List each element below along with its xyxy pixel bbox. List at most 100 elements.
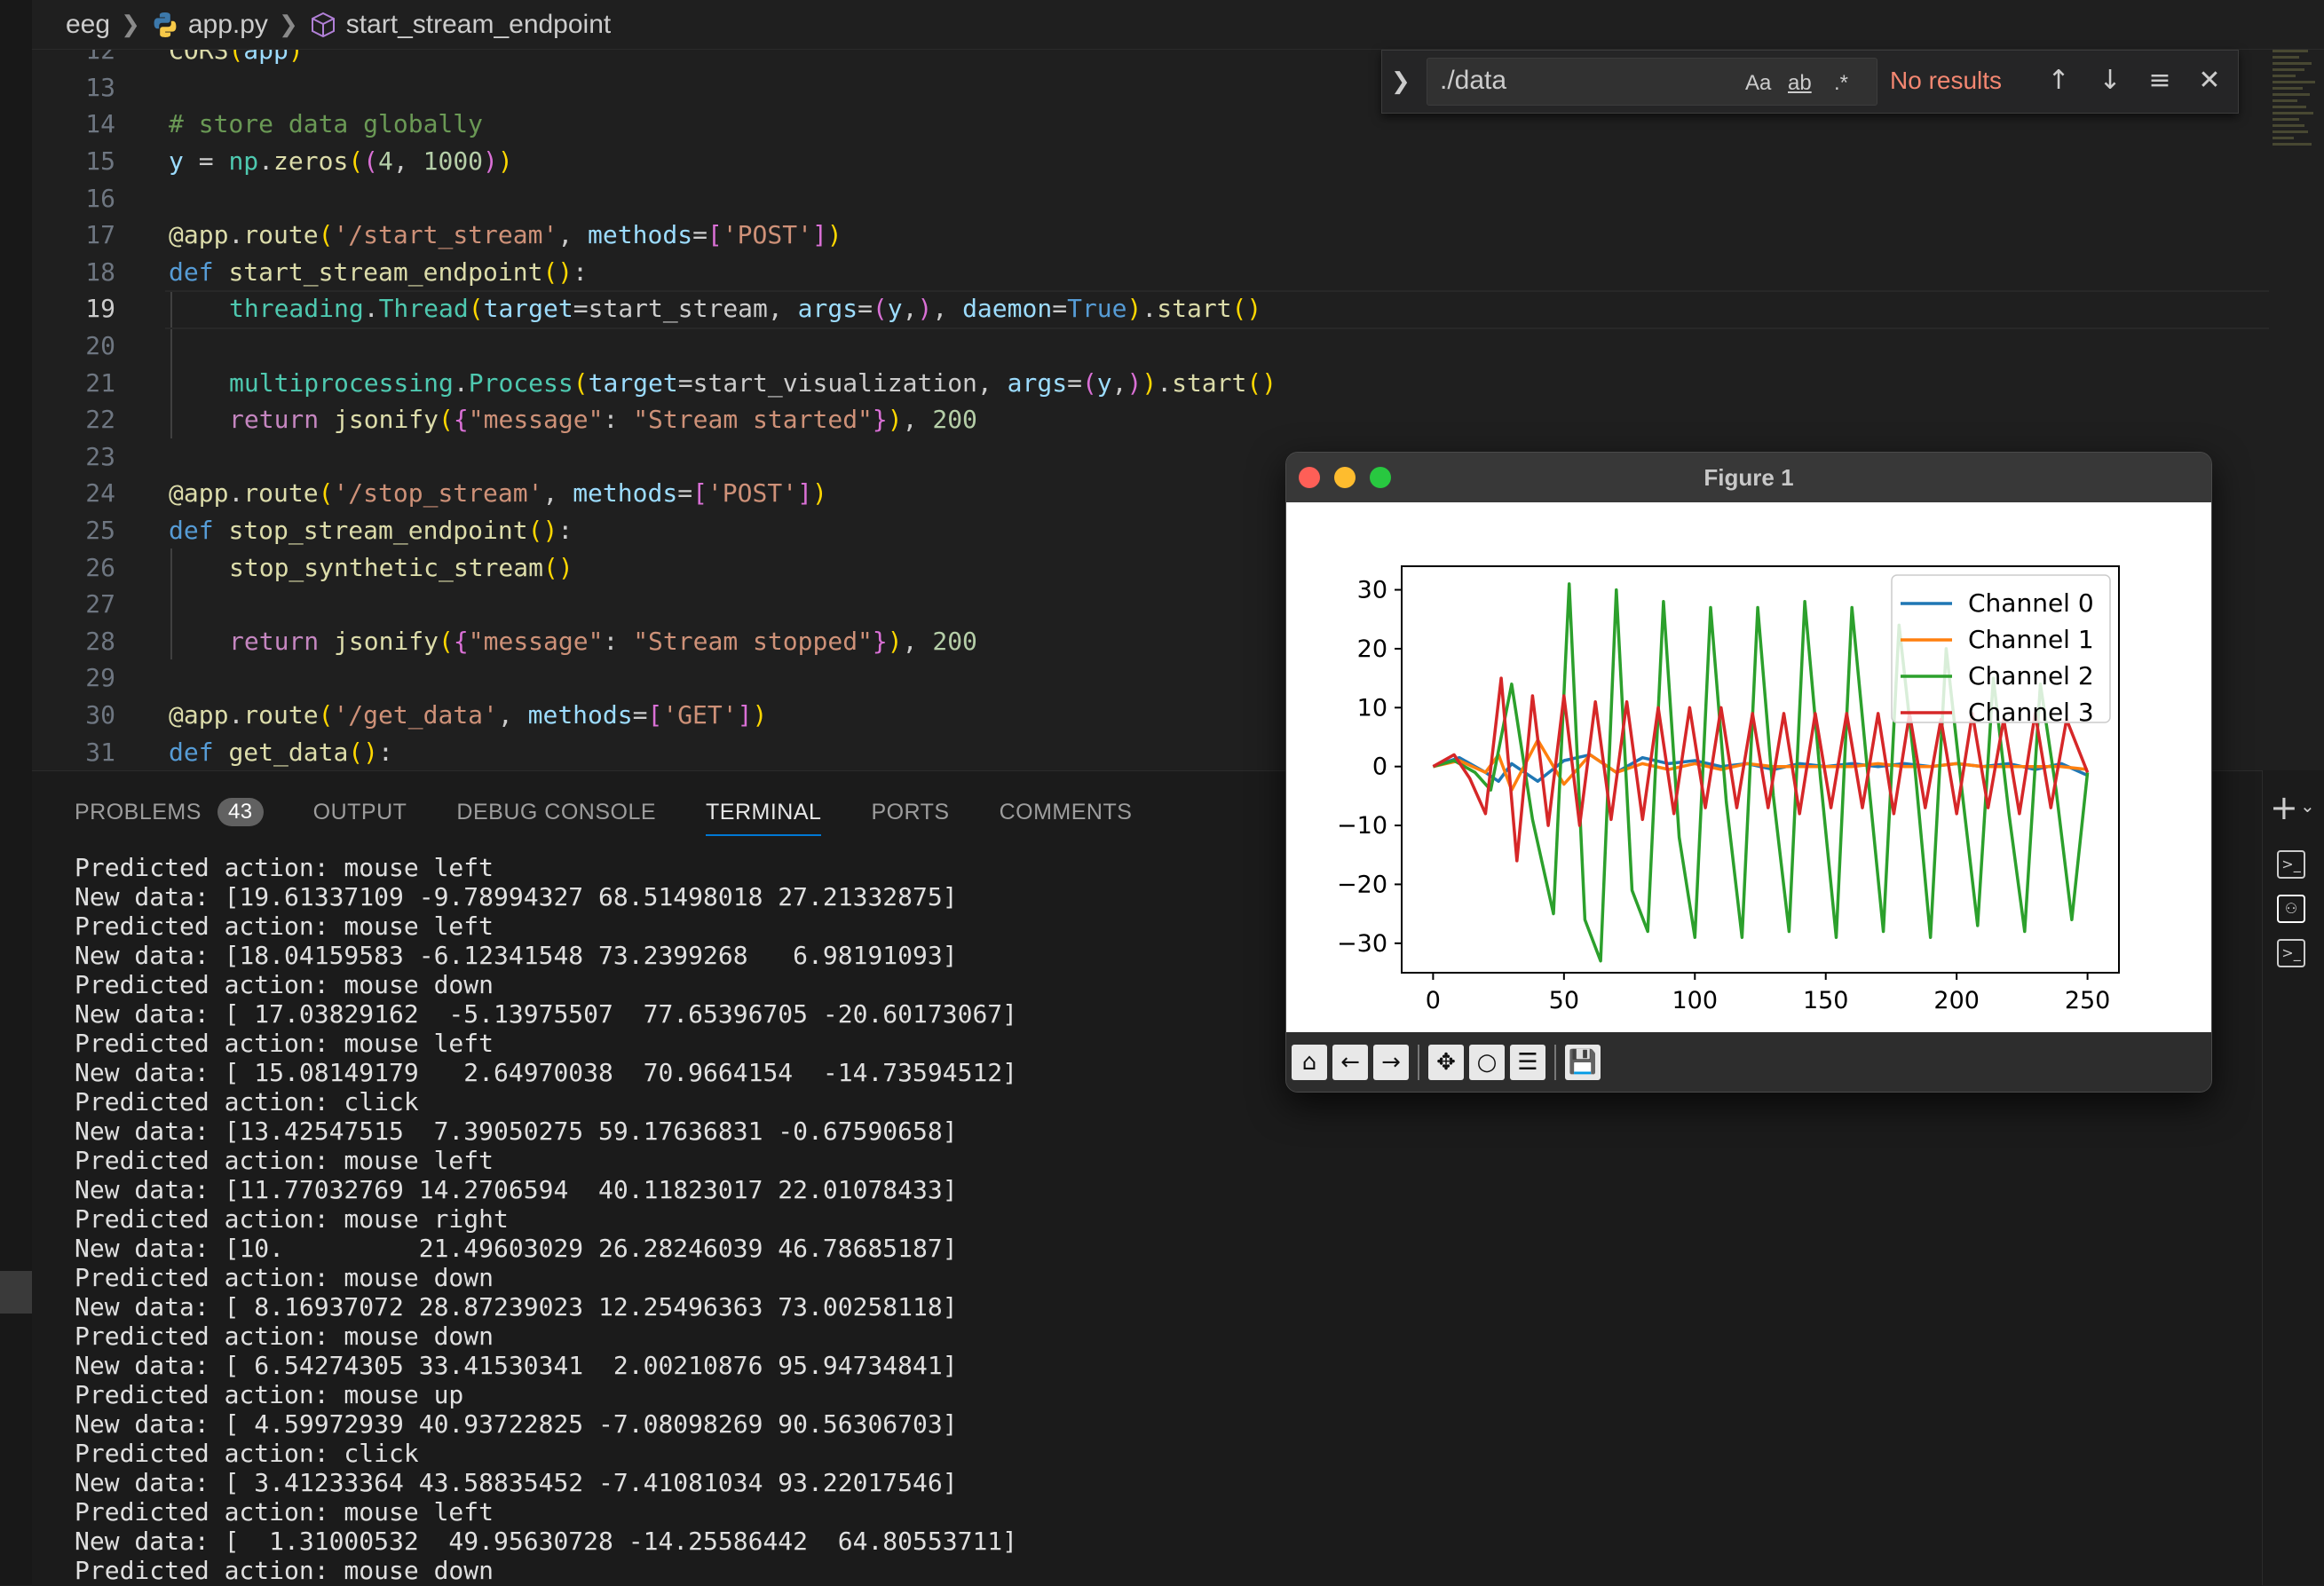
code-token: ,	[1111, 367, 1127, 398]
code-line[interactable]: 21 multiprocessing.Process(target=start_v…	[32, 364, 2269, 401]
code-token: :	[603, 626, 634, 656]
regex-toggle[interactable]: .*	[1834, 71, 1848, 96]
code-token: (	[439, 626, 454, 656]
terminal-line: New data: [19.61337109 -9.78994327 68.51…	[75, 882, 958, 911]
find-in-selection-icon[interactable]: ≡	[2142, 63, 2178, 99]
breadcrumb-file[interactable]: app.py	[151, 10, 268, 40]
code-line[interactable]: 22 return jsonify({"message": "Stream sta…	[32, 401, 2269, 438]
chevron-down-icon[interactable]: ⌄	[2300, 795, 2315, 817]
code-token: 'POST'	[707, 478, 798, 509]
previous-match-arrow-up-icon[interactable]: ↑	[2041, 63, 2076, 99]
tab-ports[interactable]: PORTS	[871, 791, 949, 834]
find-input[interactable]: ./data Aa ab .*	[1427, 58, 1877, 106]
tab-problems[interactable]: PROBLEMS 43	[75, 789, 264, 835]
y-tick-label: 20	[1357, 635, 1387, 663]
figure-canvas[interactable]: 0 50 100 150 200 250 30 20 10 0 −10 −20 −30 Channel 0…	[1286, 502, 2211, 1032]
code-text: y = np.zeros((4, 1000))	[169, 146, 513, 176]
forward-arrow-icon[interactable]: →	[1373, 1045, 1409, 1080]
code-token: (	[348, 146, 364, 177]
code-token: )	[483, 146, 498, 177]
code-token: }	[872, 626, 888, 656]
code-token: )	[1126, 294, 1142, 324]
tab-debug-console[interactable]: DEBUG CONSOLE	[456, 791, 656, 834]
terminal-line: New data: [ 3.41233364 43.58835452 -7.41…	[75, 1468, 958, 1497]
code-token: (	[228, 50, 244, 66]
code-token: (	[872, 294, 888, 324]
code-token: CORS	[169, 50, 229, 66]
line-chart: 0 50 100 150 200 2503020100−10−20−30Channel 0…	[1337, 565, 2120, 1014]
terminal-icon[interactable]: >_	[2277, 939, 2305, 967]
terminal-line: Predicted action: mouse left	[75, 911, 494, 941]
new-terminal-plus-icon[interactable]: +	[2270, 788, 2298, 827]
code-token: (	[318, 478, 334, 509]
code-token: 4	[378, 146, 393, 177]
code-token: )	[917, 294, 933, 324]
terminal-line: Predicted action: click	[75, 1087, 419, 1117]
code-token: )	[887, 626, 903, 656]
legend-label: Channel 3	[1968, 698, 2094, 727]
toggle-replace-chevron-icon[interactable]: ❯	[1391, 68, 1412, 97]
code-token: zeros	[273, 146, 349, 177]
configure-subplots-icon[interactable]: ☰	[1510, 1045, 1545, 1080]
code-token: ,	[542, 478, 573, 509]
next-match-arrow-down-icon[interactable]: ↓	[2092, 63, 2128, 99]
code-line[interactable]: 20	[32, 327, 2269, 365]
y-tick-label: −30	[1337, 930, 1387, 958]
code-token: )	[811, 478, 827, 509]
code-token: "message"	[468, 405, 604, 435]
minimap[interactable]	[2273, 50, 2324, 192]
code-token: jsonify	[334, 626, 439, 656]
code-line[interactable]: 19 threading.Thread(target=start_stream, …	[32, 290, 2269, 330]
match-case-toggle[interactable]: Aa	[1745, 71, 1771, 96]
figure-window[interactable]: Figure 1 0 50 100 150 200 250 30 20 10 0 −10 −20 −30…	[1285, 452, 2212, 1093]
breadcrumb-symbol[interactable]: start_stream_endpoint	[309, 10, 611, 40]
tab-terminal[interactable]: TERMINAL	[706, 791, 822, 836]
code-token: def	[169, 256, 214, 287]
code-token: =	[573, 294, 589, 324]
code-token: def	[169, 516, 214, 546]
code-token: =	[677, 367, 693, 398]
tab-label: DEBUG CONSOLE	[456, 799, 657, 825]
minimize-window-button[interactable]	[1334, 467, 1356, 488]
code-line[interactable]: 15 y = np.zeros((4, 1000))	[32, 143, 2269, 180]
tab-output[interactable]: OUTPUT	[313, 791, 407, 834]
figure-window-title: Figure 1	[1286, 453, 2211, 502]
terminal-line: Predicted action: click	[75, 1439, 419, 1468]
code-line[interactable]: 18 def start_stream_endpoint():	[32, 254, 2269, 291]
line-number: 12	[85, 50, 115, 66]
terminal-icon[interactable]: >_	[2277, 850, 2305, 879]
python-terminal-icon[interactable]: ⚇	[2277, 895, 2305, 923]
whole-word-toggle[interactable]: ab	[1788, 71, 1812, 96]
problems-count-badge: 43	[217, 798, 264, 826]
code-token: '/start_stream'	[333, 220, 558, 250]
save-icon[interactable]: 💾	[1565, 1045, 1601, 1080]
code-token: True	[1067, 294, 1127, 324]
code-line[interactable]: 17 @app.route('/start_stream', methods=['…	[32, 217, 2269, 254]
code-token: start	[1172, 367, 1247, 398]
code-token: @app	[169, 220, 229, 250]
code-token: )	[752, 700, 768, 730]
code-token: ,	[902, 405, 933, 435]
breadcrumb-folder[interactable]: eeg	[66, 10, 110, 40]
code-token: [	[692, 478, 707, 509]
terminal-output[interactable]: Predicted action: mouse left New data: [1…	[75, 853, 1017, 1585]
line-number: 15	[85, 146, 115, 177]
line-number: 16	[85, 183, 115, 213]
home-icon[interactable]: ⌂	[1292, 1045, 1327, 1080]
code-line[interactable]: 16	[32, 179, 2269, 217]
zoom-icon[interactable]: ○	[1469, 1045, 1505, 1080]
tab-comments[interactable]: COMMENTS	[1000, 791, 1133, 834]
back-arrow-icon[interactable]: ←	[1332, 1045, 1368, 1080]
code-token: app	[243, 50, 289, 66]
code-token: ()	[1246, 367, 1277, 398]
code-token: ,	[767, 294, 798, 324]
activity-bar-strip	[0, 0, 32, 1585]
code-token: @app	[169, 700, 229, 730]
code-token: route	[243, 478, 319, 509]
close-icon[interactable]: ✕	[2192, 63, 2227, 99]
code-token: =	[1067, 367, 1082, 398]
pan-icon[interactable]: ✥	[1428, 1045, 1464, 1080]
zoom-window-button[interactable]	[1370, 467, 1391, 488]
code-token: {	[453, 405, 469, 435]
close-window-button[interactable]	[1299, 467, 1320, 488]
